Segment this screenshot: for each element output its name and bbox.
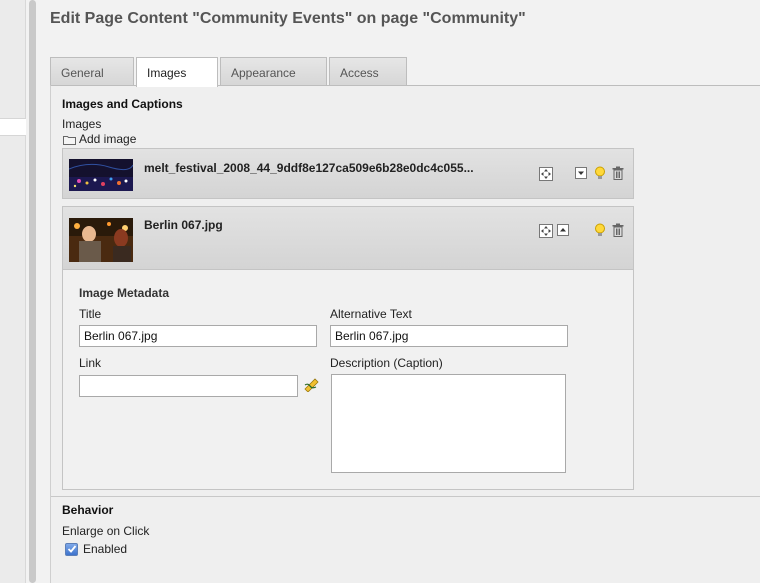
add-image-link[interactable]: Add image bbox=[63, 132, 136, 146]
lightbulb-icon[interactable] bbox=[593, 223, 607, 237]
alt-text-label: Alternative Text bbox=[330, 307, 412, 321]
link-wizard-icon[interactable] bbox=[304, 378, 320, 393]
image-metadata-heading: Image Metadata bbox=[79, 286, 170, 300]
image-item-row[interactable]: Berlin 067.jpg bbox=[62, 206, 634, 270]
image-thumbnail bbox=[68, 159, 134, 191]
tab-images[interactable]: Images bbox=[136, 57, 218, 87]
move-icon[interactable] bbox=[539, 167, 553, 181]
alt-text-input[interactable] bbox=[330, 325, 568, 347]
title-label: Title bbox=[79, 307, 102, 321]
images-field-label: Images bbox=[62, 117, 102, 131]
trash-icon[interactable] bbox=[611, 166, 625, 180]
link-input[interactable] bbox=[79, 375, 298, 397]
frame-scrollbar[interactable] bbox=[29, 0, 36, 583]
trash-icon[interactable] bbox=[611, 223, 625, 237]
tab-general[interactable]: General bbox=[50, 57, 134, 86]
enabled-checkbox[interactable] bbox=[65, 542, 78, 556]
lightbulb-icon[interactable] bbox=[593, 166, 607, 180]
image-metadata-panel: Image Metadata Title Alternative Text Li… bbox=[62, 270, 634, 490]
image-filename: Berlin 067.jpg bbox=[144, 218, 223, 232]
nav-tree-selected-row[interactable] bbox=[0, 118, 26, 136]
tab-content-panel: Images and Captions Images Add image mel… bbox=[50, 85, 760, 583]
tab-appearance[interactable]: Appearance bbox=[220, 57, 327, 86]
image-thumbnail bbox=[69, 218, 133, 262]
image-filename: melt_festival_2008_44_9ddf8e127ca509e6b2… bbox=[144, 161, 474, 175]
folder-icon bbox=[63, 134, 76, 145]
add-image-label: Add image bbox=[79, 132, 137, 146]
description-label: Description (Caption) bbox=[330, 356, 443, 370]
enlarge-on-click-label: Enlarge on Click bbox=[62, 524, 150, 538]
images-section-title: Images and Captions bbox=[62, 97, 183, 111]
move-down-icon[interactable] bbox=[575, 167, 587, 179]
enabled-label: Enabled bbox=[83, 542, 128, 556]
enlarge-enabled-option[interactable]: Enabled bbox=[65, 542, 127, 556]
description-textarea[interactable] bbox=[331, 374, 566, 473]
move-up-icon[interactable] bbox=[557, 224, 569, 236]
left-navigation-frame bbox=[0, 0, 26, 583]
move-icon[interactable] bbox=[539, 224, 553, 238]
section-divider bbox=[51, 496, 760, 497]
link-label: Link bbox=[79, 356, 102, 370]
title-input[interactable] bbox=[79, 325, 317, 347]
tab-access[interactable]: Access bbox=[329, 57, 407, 86]
page-title: Edit Page Content "Community Events" on … bbox=[50, 10, 526, 27]
image-item-row[interactable]: melt_festival_2008_44_9ddf8e127ca509e6b2… bbox=[62, 148, 634, 199]
behavior-section-title: Behavior bbox=[62, 503, 114, 517]
